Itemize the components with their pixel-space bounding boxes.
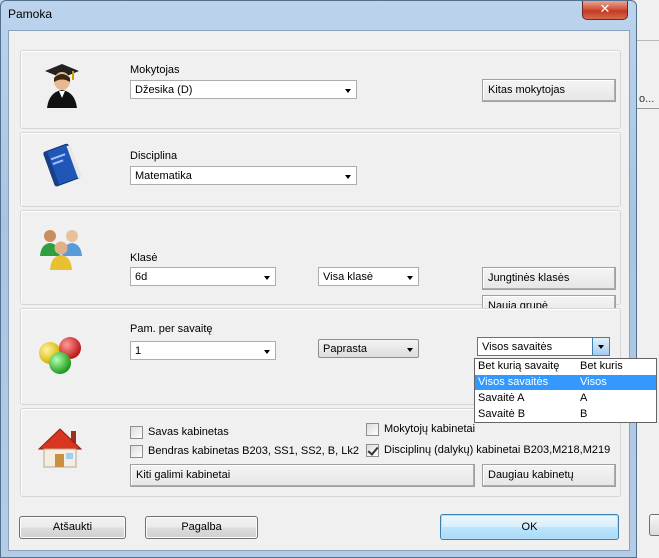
help-button[interactable]: Pagalba <box>145 516 258 539</box>
title-bar[interactable]: Pamoka ✕ <box>1 1 636 27</box>
graduate-teacher-icon <box>45 64 79 108</box>
dialog-window: Pamoka ✕ Mokytojas Džesika (D) Kitas mok… <box>0 0 637 558</box>
close-icon: ✕ <box>599 2 611 17</box>
ok-button[interactable]: OK <box>440 514 619 540</box>
discipline-label: Disciplina <box>130 150 178 162</box>
option-code: Visos <box>580 376 607 388</box>
lesson-mode-select[interactable]: Paprasta <box>318 339 419 358</box>
joint-classes-button[interactable]: Jungtinės klasės <box>482 267 616 290</box>
class-select-value: 6d <box>135 271 148 283</box>
own-room-checkbox[interactable] <box>130 426 143 439</box>
option-label: Savaitė A <box>478 392 525 404</box>
discipline-rooms-checkbox[interactable] <box>366 444 379 457</box>
chevron-down-icon <box>345 89 351 93</box>
option-code: A <box>580 392 588 404</box>
teacher-group: Mokytojas Džesika (D) Kitas mokytojas <box>20 50 621 129</box>
discipline-group: Disciplina Matematika <box>20 132 621 207</box>
discipline-select[interactable]: Matematika <box>130 166 357 185</box>
dialog-client-area: Mokytojas Džesika (D) Kitas mokytojas Di… <box>8 30 630 551</box>
background-button[interactable] <box>649 514 659 536</box>
dropdown-button[interactable] <box>592 338 609 355</box>
teacher-label: Mokytojas <box>130 64 180 76</box>
teacher-select[interactable]: Džesika (D) <box>130 80 357 99</box>
lessons-count-value: 1 <box>135 345 142 357</box>
week-select-value: Visos savaitės <box>482 341 553 353</box>
dropdown-option-selected[interactable]: Visos savaitės Visos <box>475 375 656 390</box>
other-rooms-button[interactable]: Kiti galimi kabinetai <box>130 464 475 487</box>
shared-room-label: Bendras kabinetas B203, SS1, SS2, B, Lk2 <box>148 445 359 457</box>
option-code: Bet kuris <box>580 360 623 372</box>
discipline-rooms-label: Disciplinų (dalykų) kabinetai B203,M218,… <box>384 444 611 456</box>
chevron-down-icon <box>264 350 270 354</box>
class-group: Klasė 6d Visa klasė Jungtinės klasės Nau… <box>20 210 621 317</box>
class-scope-value: Visa klasė <box>323 271 373 283</box>
chevron-down-icon <box>598 345 604 349</box>
background-text: o... <box>639 93 655 105</box>
option-code: B <box>580 408 588 420</box>
option-label: Savaitė B <box>478 408 526 420</box>
chevron-down-icon <box>264 276 270 280</box>
chevron-down-icon <box>345 175 351 179</box>
class-select[interactable]: 6d <box>130 267 276 286</box>
discipline-select-value: Matematika <box>135 170 192 182</box>
dropdown-option[interactable]: Savaitė B B <box>475 407 656 422</box>
close-button[interactable]: ✕ <box>582 1 628 20</box>
lessons-per-week-label: Pam. per savaitę <box>130 323 213 335</box>
teacher-rooms-checkbox[interactable] <box>366 423 379 436</box>
week-dropdown-list: Bet kurią savaitę Bet kuris Visos savait… <box>474 358 657 423</box>
class-scope-select[interactable]: Visa klasė <box>318 267 419 286</box>
own-room-label: Savas kabinetas <box>148 426 229 438</box>
teacher-select-value: Džesika (D) <box>135 84 193 96</box>
teacher-rooms-label: Mokytojų kabinetai <box>384 423 476 435</box>
balls-icon <box>39 337 81 374</box>
window-title: Pamoka <box>8 7 53 21</box>
chevron-down-icon <box>407 348 413 352</box>
option-label: Bet kurią savaitę <box>478 360 560 372</box>
dropdown-option[interactable]: Bet kurią savaitę Bet kuris <box>475 359 656 374</box>
cancel-button[interactable]: Atšaukti <box>19 516 126 539</box>
option-label: Visos savaitės <box>478 376 549 388</box>
shared-room-checkbox[interactable] <box>130 445 143 458</box>
other-teacher-button[interactable]: Kitas mokytojas <box>482 79 616 102</box>
lessons-count-select[interactable]: 1 <box>130 341 276 360</box>
students-group-icon <box>40 230 82 270</box>
class-label: Klasė <box>130 252 158 264</box>
divider <box>635 108 659 109</box>
week-select[interactable]: Visos savaitės <box>477 337 610 356</box>
book-icon <box>43 143 82 187</box>
chevron-down-icon <box>407 276 413 280</box>
lesson-mode-value: Paprasta <box>323 343 368 355</box>
dropdown-option[interactable]: Savaitė A A <box>475 391 656 406</box>
house-icon <box>37 428 83 468</box>
more-rooms-button[interactable]: Daugiau kabinetų <box>482 464 616 487</box>
